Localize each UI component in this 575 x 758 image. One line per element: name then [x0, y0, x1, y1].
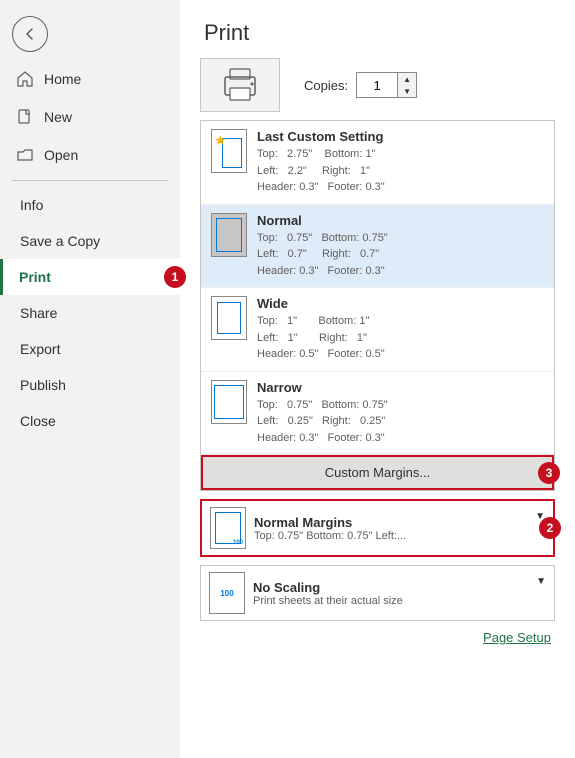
sidebar-item-label: Home — [44, 71, 81, 87]
sidebar-item-print[interactable]: Print 1 — [0, 259, 180, 295]
home-icon — [16, 70, 34, 88]
custom-margins-badge: 3 — [538, 462, 560, 484]
copies-increment[interactable]: ▲ — [398, 73, 416, 85]
print-content: Copies: ▲ ▼ ★ Last Custom Setting — [180, 58, 575, 758]
margin-detail: Top: 0.75" Bottom: 0.75" Left: 0.25" Rig… — [257, 397, 544, 447]
margin-name: Last Custom Setting — [257, 129, 544, 144]
sidebar-item-label: New — [44, 109, 72, 125]
margin-detail: Top: 2.75" Bottom: 1" Left: 2.2" Right: … — [257, 146, 544, 196]
selected-margin-row[interactable]: 100 Normal Margins Top: 0.75" Bottom: 0.… — [200, 499, 555, 557]
margin-thumb-normal — [211, 213, 247, 257]
selected-margin-thumb: 100 — [210, 507, 246, 549]
copies-spinner: ▲ ▼ — [397, 73, 416, 97]
scaling-dropdown-arrow-icon: ▼ — [536, 576, 546, 587]
print-badge: 1 — [164, 266, 186, 288]
printer-icon — [219, 67, 261, 103]
page-setup-link[interactable]: Page Setup — [483, 630, 551, 645]
margin-option-normal[interactable]: Normal Top: 0.75" Bottom: 0.75" Left: 0.… — [201, 205, 554, 289]
sidebar-divider — [12, 180, 168, 181]
sidebar-item-export[interactable]: Export — [0, 331, 180, 367]
sidebar-item-close[interactable]: Close — [0, 403, 180, 439]
sidebar-item-new[interactable]: New — [0, 98, 180, 136]
sidebar-item-info[interactable]: Info — [0, 187, 180, 223]
sidebar-item-label: Open — [44, 147, 78, 163]
margin-info-narrow: Narrow Top: 0.75" Bottom: 0.75" Left: 0.… — [257, 380, 544, 447]
margin-info-last-custom: Last Custom Setting Top: 2.75" Bottom: 1… — [257, 129, 544, 196]
margin-name: Narrow — [257, 380, 544, 395]
sidebar: Home New Open Info Save a Copy Print 1 S… — [0, 0, 180, 758]
sidebar-item-open[interactable]: Open — [0, 136, 180, 174]
scaling-detail: Print sheets at their actual size — [253, 595, 528, 607]
selected-margin-detail: Top: 0.75" Bottom: 0.75" Left:... — [254, 530, 527, 542]
copies-row: Copies: ▲ ▼ — [200, 58, 555, 112]
sidebar-item-home[interactable]: Home — [0, 60, 180, 98]
open-icon — [16, 146, 34, 164]
margin-detail: Top: 1" Bottom: 1" Left: 1" Right: 1" He… — [257, 313, 544, 363]
scaling-name: No Scaling — [253, 580, 528, 595]
margin-option-narrow[interactable]: Narrow Top: 0.75" Bottom: 0.75" Left: 0.… — [201, 372, 554, 456]
margin-thumb-narrow — [211, 380, 247, 424]
selected-margin-text: Normal Margins Top: 0.75" Bottom: 0.75" … — [254, 515, 527, 542]
printer-icon-box — [200, 58, 280, 112]
margins-panel: ★ Last Custom Setting Top: 2.75" Bottom:… — [200, 120, 555, 491]
scaling-text: No Scaling Print sheets at their actual … — [253, 580, 528, 607]
copies-input[interactable] — [357, 76, 397, 95]
margin-info-normal: Normal Top: 0.75" Bottom: 0.75" Left: 0.… — [257, 213, 544, 280]
margin-thumb-wide — [211, 296, 247, 340]
margin-option-wide[interactable]: Wide Top: 1" Bottom: 1" Left: 1" Right: … — [201, 288, 554, 372]
scaling-thumb: 100 — [209, 572, 245, 614]
custom-margins-button[interactable]: Custom Margins... 3 — [201, 455, 554, 490]
selected-row-badge: 2 — [539, 517, 561, 539]
sidebar-item-publish[interactable]: Publish — [0, 367, 180, 403]
margin-thumb-last-custom: ★ — [211, 129, 247, 173]
copies-decrement[interactable]: ▼ — [398, 85, 416, 97]
sidebar-item-save-copy[interactable]: Save a Copy — [0, 223, 180, 259]
new-icon — [16, 108, 34, 126]
main-panel: Print Copies: ▲ ▼ — [180, 0, 575, 758]
margin-option-last-custom[interactable]: ★ Last Custom Setting Top: 2.75" Bottom:… — [201, 121, 554, 205]
back-button[interactable] — [12, 16, 48, 52]
star-icon: ★ — [214, 132, 227, 149]
copies-input-wrap: ▲ ▼ — [356, 72, 417, 98]
margin-detail: Top: 0.75" Bottom: 0.75" Left: 0.7" Righ… — [257, 230, 544, 280]
page-setup-row: Page Setup — [200, 629, 555, 651]
scaling-100-label: 100 — [233, 540, 243, 546]
margin-name: Wide — [257, 296, 544, 311]
sidebar-item-share[interactable]: Share — [0, 295, 180, 331]
margin-name: Normal — [257, 213, 544, 228]
selected-margin-name: Normal Margins — [254, 515, 527, 530]
margin-info-wide: Wide Top: 1" Bottom: 1" Left: 1" Right: … — [257, 296, 544, 363]
scaling-row[interactable]: 100 No Scaling Print sheets at their act… — [200, 565, 555, 621]
page-title: Print — [180, 0, 575, 58]
scaling-100-value: 100 — [220, 589, 233, 598]
copies-label: Copies: — [304, 78, 348, 93]
